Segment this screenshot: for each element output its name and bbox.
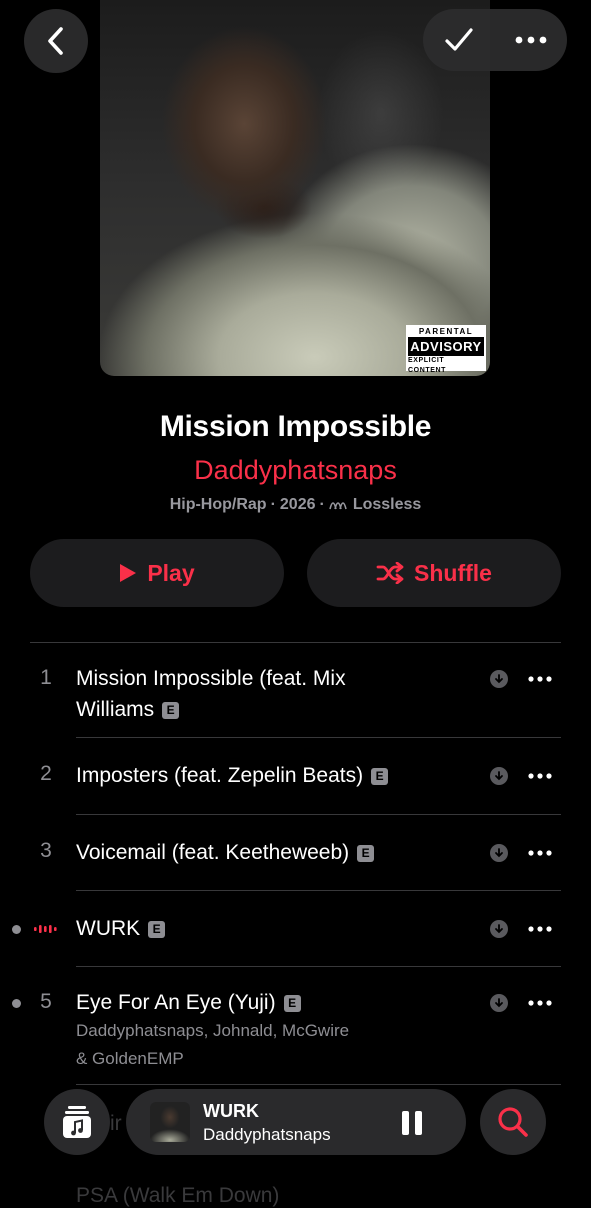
play-label: Play [147,559,195,586]
track-title: Imposters (feat. Zepelin Beats) E [76,760,496,791]
album-title: Mission Impossible [159,410,432,443]
library-button[interactable] [44,1089,110,1155]
year-text: 2026 [279,496,316,513]
download-arrow-icon [495,674,503,684]
now-playing-waveform-icon [34,925,57,933]
mini-player-artwork [150,1102,190,1142]
track-title-text: Voicemail (feat. Keetheweeb) [76,841,350,864]
explicit-badge: E [371,768,389,785]
mini-player-artist: Daddyphatsnaps [203,1125,331,1144]
chevron-left-icon [48,27,63,55]
obscured-track-title: PSA (Walk Em Down) [76,1184,280,1207]
track-title: WURK E [76,913,476,944]
search-icon [498,1107,528,1137]
track-row-5[interactable]: 5 Eye For An Eye (Yuji) E Daddyphatsnaps,… [0,967,591,1085]
ellipsis-icon [528,676,552,682]
search-button[interactable] [480,1089,546,1155]
track-title-text: WURK [76,917,141,940]
more-options-button[interactable] [495,9,567,71]
ellipsis-icon [528,773,552,779]
advisory-top-text: PARENTAL [418,327,474,336]
shuffle-button[interactable]: Shuffle [307,539,561,607]
ellipsis-icon [528,850,552,856]
track-row-4[interactable]: WURK E [0,891,591,967]
track-title-text: Eye For An Eye (Yuji) [76,991,276,1014]
track-title-line1: Mission Impossible (feat. Mix [76,667,346,690]
track-title-text: Imposters (feat. Zepelin Beats) [76,764,364,787]
download-button[interactable] [490,920,508,938]
explicit-badge: E [283,995,301,1012]
ellipsis-icon [515,36,547,44]
parental-advisory-label: PARENTAL ADVISORY EXPLICIT CONTENT [406,325,486,374]
track-title: Voicemail (feat. Keetheweeb) E [76,837,476,868]
track-more-button[interactable] [526,843,554,863]
advisory-mid-text: ADVISORY [408,337,484,356]
checkmark-icon [445,28,473,51]
track-artists-line2: & GoldenEMP [76,1049,184,1068]
pause-button[interactable] [402,1111,424,1135]
pause-bar [402,1111,409,1135]
track-row-2[interactable]: 2 Imposters (feat. Zepelin Beats) E [0,738,591,815]
track-number: 2 [40,762,52,785]
explicit-badge: E [162,702,180,719]
quality-text: Lossless [352,496,422,513]
track-number: 5 [40,990,52,1013]
ellipsis-icon [528,1000,552,1006]
track-more-button[interactable] [526,993,554,1013]
track-more-button[interactable] [526,669,554,689]
download-arrow-icon [495,771,503,781]
play-icon [120,564,137,582]
download-button[interactable] [490,670,508,688]
track-title: Eye For An Eye (Yuji) E [76,987,476,1018]
track-row-1[interactable]: 1 Mission Impossible (feat. Mix Williams… [0,643,591,739]
play-button[interactable]: Play [30,539,284,607]
album-meta: Hip-Hop/Rap · 2026 · Lossless [0,496,591,514]
track-title-line2: Williams [76,698,155,721]
track-artists: Daddyphatsnaps, Johnald, McGwire & Golde… [76,1017,476,1073]
download-arrow-icon [495,998,503,1008]
added-to-library-button[interactable] [423,9,495,71]
ellipsis-icon [528,926,552,932]
track-number: 3 [40,839,52,862]
download-button[interactable] [490,994,508,1012]
track-row-3[interactable]: 3 Voicemail (feat. Keetheweeb) E [0,815,591,891]
top-actions-pill [423,9,567,71]
download-arrow-icon [495,924,503,934]
download-arrow-icon [495,848,503,858]
divider [76,1084,561,1085]
mini-player-title: WURK [203,1101,259,1121]
genre-text: Hip-Hop/Rap [169,496,267,513]
obscured-track-title: ir [110,1112,122,1135]
track-title: Mission Impossible (feat. Mix Williams E [76,663,476,725]
track-artists-line1: Daddyphatsnaps, Johnald, McGwire [76,1021,350,1040]
explicit-badge: E [148,921,166,938]
track-more-button[interactable] [526,766,554,786]
shuffle-icon [376,562,404,584]
mini-player[interactable]: WURK Daddyphatsnaps [126,1089,466,1155]
back-button[interactable] [24,9,88,73]
status-dot [12,925,21,934]
meta-separator: · [270,496,276,513]
download-button[interactable] [490,844,508,862]
meta-separator: · [319,496,325,513]
advisory-bottom-text: EXPLICIT CONTENT [408,357,447,374]
music-library-icon [63,1106,91,1138]
artist-link[interactable]: Daddyphatsnaps [0,455,591,486]
track-number: 1 [40,666,52,689]
pause-bar [415,1111,422,1135]
track-more-button[interactable] [526,919,554,939]
lossless-icon [329,502,347,510]
download-button[interactable] [490,767,508,785]
status-dot [12,999,21,1008]
explicit-badge: E [357,845,375,862]
shuffle-label: Shuffle [414,559,492,586]
